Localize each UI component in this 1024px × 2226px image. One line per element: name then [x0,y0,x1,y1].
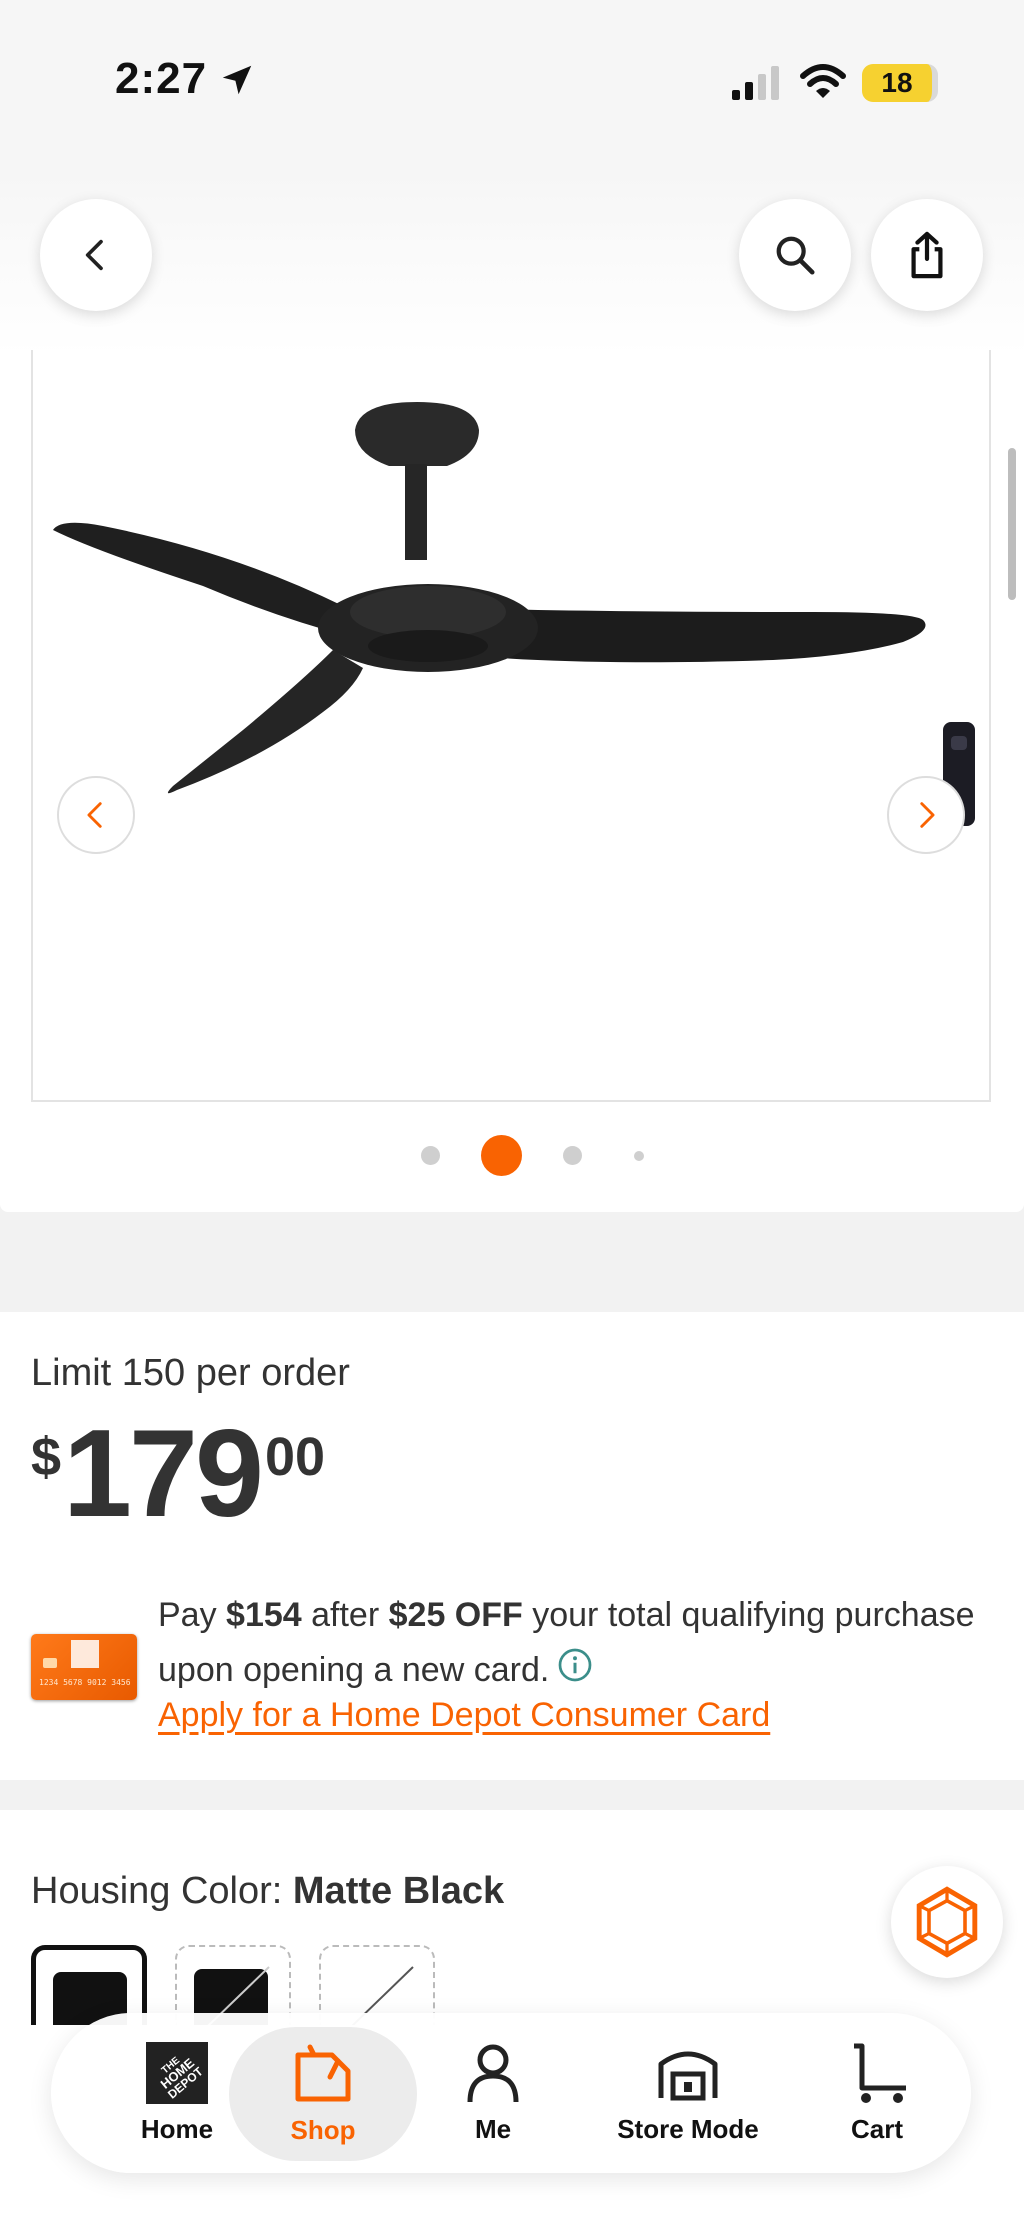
carousel-dot[interactable] [563,1146,582,1165]
card-promo-text: Pay $154 after $25 OFF your total qualif… [158,1588,998,1698]
assistant-button[interactable] [891,1866,1003,1978]
tab-home-label: Home [140,2113,214,2144]
tab-cart-label: Cart [850,2113,903,2144]
promo-pay-prefix: Pay [158,1596,227,1634]
person-icon [467,2044,519,2102]
tab-home[interactable]: THE HOME DEPOT Home [107,2013,247,2173]
chevron-left-icon [87,802,102,828]
promo-pay-amount: $154 [226,1596,302,1634]
apply-card-link[interactable]: Apply for a Home Depot Consumer Card [158,1696,770,1735]
product-image[interactable] [31,350,991,1102]
carousel-dot[interactable] [421,1146,440,1165]
price-cents: 00 [264,1427,326,1487]
carousel-dot-active[interactable] [481,1135,522,1176]
home-depot-card-logo [71,1640,99,1668]
credit-card-image: 1234 5678 9012 3456 [31,1634,137,1700]
order-limit: Limit 150 per order [31,1352,350,1394]
tab-me[interactable]: Me [423,2013,563,2173]
search-icon [776,236,815,275]
status-time: 2:27 [115,54,208,103]
price-whole: 179 [63,1405,264,1543]
battery-icon: 18 [862,64,938,102]
chevron-right-icon [920,802,935,828]
share-button[interactable] [871,199,983,311]
color-label: Housing Color: [31,1870,293,1912]
tab-shop-label: Shop [290,2114,356,2145]
info-icon[interactable] [557,1647,593,1683]
card-number: 1234 5678 9012 3456 [39,1678,131,1687]
search-button[interactable] [739,199,851,311]
back-chevron-icon [85,239,103,271]
scroll-indicator[interactable] [1008,448,1016,600]
wifi-icon [800,64,846,98]
prev-image-button[interactable] [57,776,135,854]
color-value: Matte Black [292,1870,505,1912]
product-price: $ 179 00 [31,1412,325,1536]
hexagon-assistant-icon [916,1886,978,1958]
status-bar: 2:27 18 [0,0,1024,170]
tab-me-label: Me [474,2113,512,2144]
ceiling-fan-image [53,402,975,826]
tab-store-mode-label: Store Mode [617,2113,759,2144]
tab-shop[interactable]: Shop [229,2027,417,2161]
tab-cart[interactable]: Cart [807,2013,947,2173]
home-depot-logo-icon: THE HOME DEPOT [146,2041,208,2104]
cart-icon [854,2043,906,2103]
header-bar [0,170,1024,355]
shop-tag-icon [295,2044,351,2101]
bottom-tab-bar: THE HOME DEPOT Home Shop Me Store Mode C… [51,2013,971,2173]
back-button[interactable] [40,199,152,311]
housing-color-label: Housing Color: Matte Black [31,1870,504,1913]
price-currency: $ [31,1427,62,1487]
tab-store-mode[interactable]: Store Mode [581,2013,795,2173]
share-icon [911,231,943,279]
location-arrow-icon [222,65,252,95]
promo-after-text: after [301,1596,389,1634]
battery-level: 18 [881,67,913,98]
store-icon [658,2051,718,2100]
carousel-dot[interactable] [634,1151,644,1161]
next-image-button[interactable] [887,776,965,854]
product-gallery [0,170,1024,1212]
price-section: Limit 150 per order $ 179 00 1234 5678 9… [0,1312,1024,1780]
card-chip [43,1658,57,1668]
cellular-signal-icon [732,66,779,100]
promo-discount: $25 OFF [388,1596,523,1634]
